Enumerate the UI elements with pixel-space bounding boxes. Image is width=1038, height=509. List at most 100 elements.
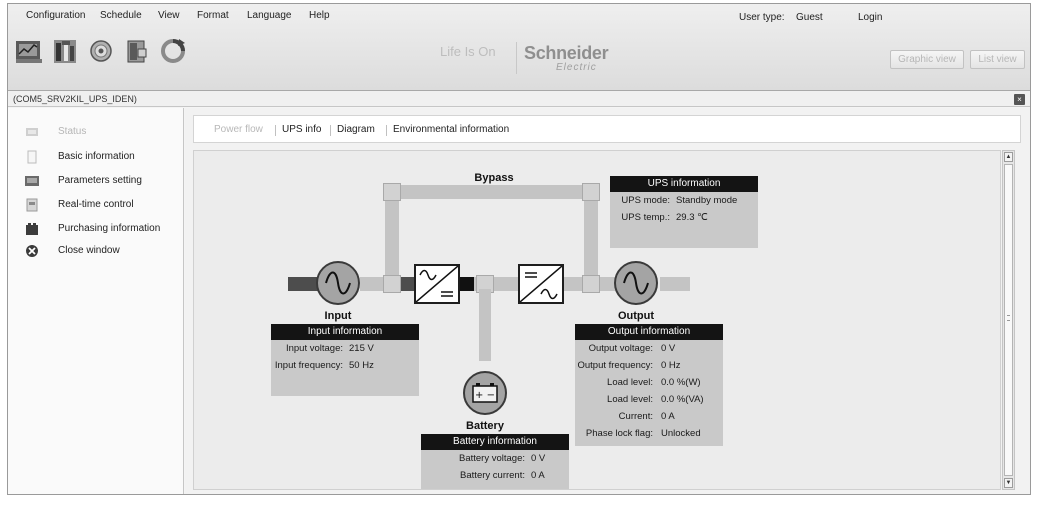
info-value: 29.3 ℃: [676, 212, 708, 223]
menu-view[interactable]: View: [158, 10, 180, 21]
ups-info-panel: UPS information UPS mode: Standby mode UP…: [610, 176, 758, 248]
input-ac-icon: [316, 261, 360, 305]
info-row: UPS mode: Standby mode: [610, 192, 758, 209]
tab-separator: [275, 125, 276, 136]
info-value: 0 A: [531, 470, 545, 481]
tab-diagram[interactable]: Diagram: [337, 124, 375, 135]
tab-power-flow[interactable]: Power flow: [214, 124, 263, 135]
sidebar-item-label: Real-time control: [58, 199, 134, 210]
ups-info-title: UPS information: [610, 176, 758, 192]
info-value: Unlocked: [661, 428, 701, 439]
document-icon: [24, 150, 40, 164]
sidebar-item-real-time-control[interactable]: Real-time control: [24, 197, 184, 215]
device-window-title: (COM5_SRV2KIL_UPS_IDEN): [13, 94, 137, 104]
output-info-title: Output information: [575, 324, 723, 340]
tab-bar: Power flow UPS info Diagram Environmenta…: [193, 115, 1021, 143]
window-close-icon[interactable]: ×: [1014, 94, 1025, 105]
info-key: Input frequency:: [274, 360, 343, 371]
line-joint: [582, 275, 600, 293]
info-key: Load level:: [607, 377, 653, 388]
menu-schedule[interactable]: Schedule: [100, 10, 142, 21]
control-icon: [24, 198, 40, 212]
info-value: 0 V: [661, 343, 676, 354]
graphic-view-button[interactable]: Graphic view: [890, 50, 964, 69]
info-value: 50 Hz: [349, 360, 374, 371]
tab-separator: [330, 125, 331, 136]
info-value: 0 V: [531, 453, 546, 464]
info-key: Current:: [618, 411, 653, 422]
sidebar-item-status[interactable]: Status: [24, 124, 184, 142]
user-type-value: Guest: [796, 12, 823, 23]
info-row: Phase lock flag: Unlocked: [575, 425, 723, 442]
diagram-scrollbar[interactable]: ▲ ▼: [1002, 150, 1015, 490]
menu-help[interactable]: Help: [309, 10, 330, 21]
info-row: Battery voltage: 0 V: [421, 450, 569, 467]
menu-bar: Configuration Schedule View Format Langu…: [8, 4, 1030, 28]
disc-icon[interactable]: [86, 37, 116, 65]
tools-icon[interactable]: [50, 37, 80, 65]
info-key: Output frequency:: [577, 360, 653, 371]
battery-icon: + −: [463, 371, 507, 415]
line-joint: [383, 275, 401, 293]
main-panel: Power flow UPS info Diagram Environmenta…: [185, 108, 1030, 494]
output-ac-icon: [614, 261, 658, 305]
output-info-panel: Output information Output voltage: 0 V Ou…: [575, 324, 723, 446]
scroll-down-icon[interactable]: ▼: [1004, 478, 1013, 488]
inverter-icon: [518, 264, 564, 304]
menu-language[interactable]: Language: [247, 10, 292, 21]
exit-door-icon[interactable]: [122, 37, 152, 65]
info-key: Phase lock flag:: [585, 428, 653, 439]
sidebar-item-close-window[interactable]: Close window: [24, 243, 184, 261]
device-window-bar: (COM5_SRV2KIL_UPS_IDEN) ×: [8, 91, 1030, 107]
info-key: Load level:: [607, 394, 653, 405]
user-type-label: User type:: [739, 12, 785, 23]
grip-icon: [1007, 315, 1010, 321]
info-row: Load level: 0.0 %(VA): [575, 391, 723, 408]
output-label: Output: [617, 310, 655, 322]
tab-separator: [386, 125, 387, 136]
brand-divider: [516, 42, 517, 74]
sidebar-item-parameters-setting[interactable]: Parameters setting: [24, 173, 184, 191]
info-value: Standby mode: [676, 195, 738, 206]
scrollbar-thumb[interactable]: [1004, 164, 1013, 476]
info-key: Battery voltage:: [458, 453, 525, 464]
battery-info-title: Battery information: [421, 434, 569, 450]
info-value: 0.0 %(W): [661, 377, 701, 388]
battery-symbols: + −: [475, 390, 495, 401]
menu-configuration[interactable]: Configuration: [26, 10, 85, 21]
info-key: Input voltage:: [285, 343, 343, 354]
tab-ups-info[interactable]: UPS info: [282, 124, 321, 135]
status-icon: [24, 125, 40, 139]
chart-icon[interactable]: [14, 37, 44, 65]
info-value: 0 A: [661, 411, 675, 422]
list-view-button[interactable]: List view: [970, 50, 1025, 69]
info-row: Output frequency: 0 Hz: [575, 357, 723, 374]
brand-subname: Electric: [556, 62, 597, 73]
sidebar-item-basic-information[interactable]: Basic information: [24, 149, 184, 167]
sidebar-item-purchasing-information[interactable]: Purchasing information: [24, 221, 184, 239]
login-link[interactable]: Login: [858, 12, 882, 23]
bypass-label: Bypass: [474, 172, 514, 184]
output-pipe-right: [660, 277, 690, 291]
parameters-icon: [24, 174, 40, 188]
info-key: UPS temp.:: [621, 212, 670, 223]
app-header: Configuration Schedule View Format Langu…: [8, 4, 1030, 91]
brand-tagline: Life Is On: [440, 44, 496, 59]
scroll-up-icon[interactable]: ▲: [1004, 152, 1013, 162]
input-label: Input: [324, 310, 352, 322]
info-row: Output voltage: 0 V: [575, 340, 723, 357]
info-key: Output voltage:: [588, 343, 653, 354]
sidebar-item-label: Status: [58, 126, 87, 137]
sidebar: Status Basic information Parameters sett…: [8, 108, 184, 494]
info-row: Input voltage: 215 V: [271, 340, 419, 357]
battery-label: Battery: [466, 420, 504, 432]
info-row: Battery current: 0 A: [421, 467, 569, 484]
info-row: Load level: 0.0 %(W): [575, 374, 723, 391]
tab-environmental-information[interactable]: Environmental information: [393, 124, 509, 135]
refresh-icon[interactable]: [158, 37, 188, 65]
input-info-title: Input information: [271, 324, 419, 340]
menu-format[interactable]: Format: [197, 10, 229, 21]
info-row: Input frequency: 50 Hz: [271, 357, 419, 374]
input-pipe-left: [288, 277, 318, 291]
battery-pipe: [479, 289, 491, 361]
